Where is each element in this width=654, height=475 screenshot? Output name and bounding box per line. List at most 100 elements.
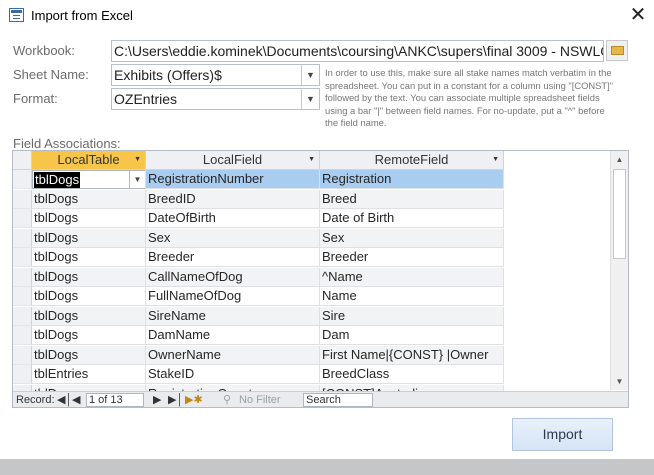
table-cell[interactable]: Sex	[320, 228, 504, 248]
table-cell[interactable]: FullNameOfDog	[146, 287, 320, 306]
title-bar: Import from Excel ✕	[0, 0, 654, 31]
row-selector[interactable]	[13, 326, 32, 345]
table-cell[interactable]: tblDogs	[32, 287, 146, 306]
row-selector[interactable]	[13, 306, 32, 326]
table-row[interactable]: tblDogs ▼ RegistrationNumber Registration	[32, 170, 504, 189]
table-cell[interactable]: StakeID	[146, 365, 320, 384]
column-header-localtable[interactable]: LocalTable ▼	[32, 151, 146, 170]
format-label: Format:	[13, 91, 58, 106]
sort-arrow-icon[interactable]: ▼	[492, 151, 499, 169]
row-selector[interactable]	[13, 170, 32, 189]
sheet-name-select[interactable]: Exhibits (Offers)$ ▼	[111, 64, 320, 86]
no-filter-label[interactable]: No Filter	[239, 392, 281, 407]
table-cell[interactable]: tblDogs	[32, 306, 146, 326]
table-row[interactable]: tblDogs FullNameOfDog Name	[32, 287, 504, 306]
row-selector[interactable]	[13, 209, 32, 228]
table-cell[interactable]: Breeder	[320, 248, 504, 267]
table-cell[interactable]: tblDogs	[32, 248, 146, 267]
table-cell[interactable]: Sex	[146, 228, 320, 248]
table-cell[interactable]: ^Name	[320, 267, 504, 287]
access-form-icon	[9, 8, 24, 22]
table-cell[interactable]: tblDogs	[32, 267, 146, 287]
chevron-down-icon[interactable]: ▼	[129, 171, 145, 188]
search-input[interactable]: Search	[303, 393, 373, 407]
table-row[interactable]: tblDogs BreedID Breed	[32, 189, 504, 209]
format-select[interactable]: OZEntries ▼	[111, 88, 320, 110]
table-cell[interactable]: BreedClass	[320, 365, 504, 384]
table-cell[interactable]: OwnerName	[146, 345, 320, 365]
table-row[interactable]: tblDogs Sex Sex	[32, 228, 504, 248]
browse-button[interactable]	[606, 40, 628, 61]
chevron-down-icon[interactable]: ▼	[301, 65, 319, 85]
last-record-icon[interactable]: ▶│	[168, 392, 183, 407]
import-button[interactable]: Import	[512, 418, 613, 451]
table-cell[interactable]: Breed	[320, 189, 504, 209]
help-text: In order to use this, make sure all stak…	[325, 67, 614, 129]
table-cell[interactable]: CallNameOfDog	[146, 267, 320, 287]
row-selector[interactable]	[13, 365, 32, 384]
select-all-corner[interactable]	[13, 151, 32, 170]
sheet-name-value: Exhibits (Offers)$	[114, 67, 222, 83]
next-record-icon[interactable]: ▶	[153, 392, 161, 407]
table-cell[interactable]: SireName	[146, 306, 320, 326]
format-value: OZEntries	[114, 91, 178, 107]
table-cell[interactable]: tblDogs	[32, 326, 146, 345]
row-selector[interactable]	[13, 287, 32, 306]
table-row[interactable]: tblDogs CallNameOfDog ^Name	[32, 267, 504, 287]
field-associations-grid: LocalTable ▼ LocalField ▼ RemoteField ▼ tbl…	[12, 150, 629, 408]
table-cell[interactable]: Dam	[320, 326, 504, 345]
row-selector[interactable]	[13, 189, 32, 209]
window-title: Import from Excel	[31, 8, 133, 23]
row-selector[interactable]	[13, 345, 32, 365]
table-cell[interactable]: DamName	[146, 326, 320, 345]
column-header-remotefield[interactable]: RemoteField ▼	[320, 151, 504, 170]
dialog-footer-strip	[0, 459, 654, 475]
sort-arrow-icon[interactable]: ▼	[308, 151, 315, 169]
chevron-down-icon[interactable]: ▼	[301, 89, 319, 109]
folder-icon	[611, 46, 624, 55]
row-selector[interactable]	[13, 267, 32, 287]
table-row[interactable]: tblDogs DateOfBirth Date of Birth	[32, 209, 504, 228]
record-label: Record:	[16, 394, 55, 406]
table-cell[interactable]: tblDogs	[32, 345, 146, 365]
sheet-name-label: Sheet Name:	[13, 67, 89, 82]
table-cell[interactable]: BreedID	[146, 189, 320, 209]
table-row[interactable]: tblDogs Breeder Breeder	[32, 248, 504, 267]
table-cell[interactable]: Registration	[320, 170, 504, 189]
table-cell[interactable]: RegistrationNumber	[146, 170, 320, 189]
new-record-icon[interactable]: ▶✱	[185, 392, 203, 407]
record-position-field[interactable]: 1 of 13	[86, 393, 144, 407]
close-button[interactable]: ✕	[626, 4, 650, 26]
scroll-down-icon[interactable]: ▼	[611, 373, 628, 390]
table-cell[interactable]: First Name|{CONST} |Owner	[320, 345, 504, 365]
selected-text[interactable]: tblDogs	[34, 172, 81, 188]
row-selector[interactable]	[13, 228, 32, 248]
previous-record-icon[interactable]: ◀	[72, 392, 80, 407]
table-cell[interactable]: DateOfBirth	[146, 209, 320, 228]
table-cell[interactable]: tblDogs	[32, 209, 146, 228]
workbook-field[interactable]: C:\Users\eddie.kominek\Documents\coursin…	[111, 40, 604, 62]
workbook-label: Workbook:	[13, 43, 75, 58]
table-cell[interactable]: Date of Birth	[320, 209, 504, 228]
table-cell[interactable]: Name	[320, 287, 504, 306]
scroll-thumb[interactable]	[613, 169, 626, 259]
scroll-up-icon[interactable]: ▲	[611, 151, 628, 168]
table-row[interactable]: tblDogs SireName Sire	[32, 306, 504, 326]
first-record-icon[interactable]: ◀│	[57, 392, 72, 407]
table-row[interactable]: tblEntries StakeID BreedClass	[32, 365, 504, 384]
record-navigator: Record: ◀│ ◀ 1 of 13 ▶ ▶│ ▶✱ ⚲ No Filter…	[13, 391, 628, 407]
filter-icon[interactable]: ⚲	[223, 392, 231, 407]
table-cell[interactable]: tblDogs	[32, 228, 146, 248]
table-cell[interactable]: tblDogs	[32, 189, 146, 209]
table-row[interactable]: tblDogs DamName Dam	[32, 326, 504, 345]
localtable-combo[interactable]: tblDogs ▼	[32, 170, 145, 189]
vertical-scrollbar[interactable]: ▲ ▼	[610, 151, 628, 390]
table-cell[interactable]: Sire	[320, 306, 504, 326]
row-selector[interactable]	[13, 248, 32, 267]
table-row[interactable]: tblDogs OwnerName First Name|{CONST} |Owne…	[32, 345, 504, 365]
sort-arrow-icon[interactable]: ▼	[134, 151, 141, 169]
column-header-localfield[interactable]: LocalField ▼	[146, 151, 320, 170]
table-cell[interactable]: tblEntries	[32, 365, 146, 384]
table-cell[interactable]: Breeder	[146, 248, 320, 267]
table-cell[interactable]: tblDogs ▼	[32, 170, 146, 189]
